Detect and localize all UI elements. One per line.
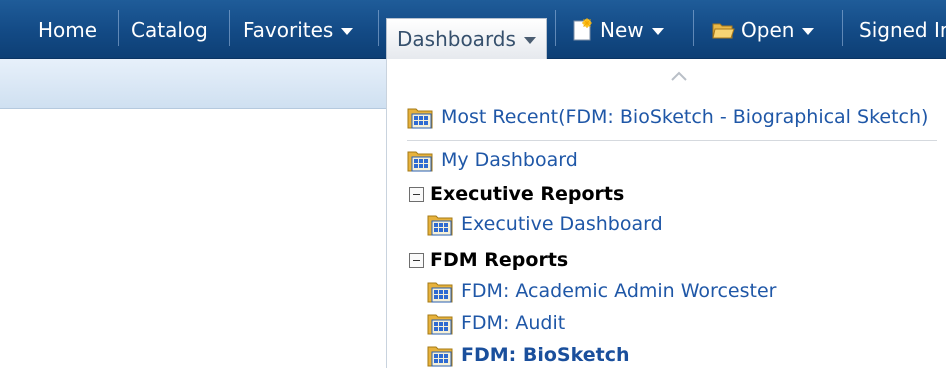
nav-new[interactable]: New (570, 0, 664, 59)
menu-item-fdm-audit[interactable]: FDM: Audit (427, 311, 565, 335)
chevron-down-icon (523, 37, 536, 44)
menu-item-fdm-academic-admin[interactable]: FDM: Academic Admin Worcester (427, 279, 776, 303)
nav-catalog-label: Catalog (131, 17, 208, 42)
collapse-icon[interactable] (409, 252, 424, 268)
group-fdm-reports[interactable]: FDM Reports (409, 249, 568, 271)
nav-open-label: Open (741, 17, 795, 42)
menu-divider (407, 140, 937, 141)
nav-new-label: New (600, 17, 644, 42)
menu-item-most-recent[interactable]: Most Recent(FDM: BioSketch - Biographica… (407, 105, 928, 129)
nav-separator (693, 10, 694, 46)
menu-item-fdm-audit-label: FDM: Audit (461, 312, 566, 334)
dashboard-icon (407, 108, 433, 129)
nav-separator (229, 10, 230, 46)
nav-favorites-label: Favorites (243, 17, 334, 42)
new-document-icon (570, 17, 594, 42)
menu-item-fdm-academic-admin-label: FDM: Academic Admin Worcester (461, 280, 777, 302)
dashboard-icon (427, 215, 453, 236)
group-fdm-reports-title: FDM Reports (430, 249, 569, 271)
nav-open[interactable]: Open (711, 0, 815, 59)
global-header: Home Catalog Favorites Dashboards New Op… (0, 0, 946, 59)
menu-item-most-recent-label: Most Recent(FDM: BioSketch - Biographica… (441, 106, 929, 128)
menu-item-fdm-biosketch[interactable]: FDM: BioSketch (427, 343, 630, 367)
group-executive-reports-title: Executive Reports (430, 183, 625, 205)
collapse-icon[interactable] (409, 186, 424, 202)
nav-catalog[interactable]: Catalog (131, 0, 208, 59)
nav-separator (555, 10, 556, 46)
nav-dashboards[interactable]: Dashboards (386, 18, 547, 59)
dashboard-icon (427, 346, 453, 367)
nav-home-label: Home (38, 17, 98, 42)
dashboards-dropdown-menu: Most Recent(FDM: BioSketch - Biographica… (386, 59, 946, 368)
menu-item-my-dashboard[interactable]: My Dashboard (407, 148, 578, 172)
chevron-down-icon (802, 27, 815, 35)
nav-separator (118, 10, 119, 46)
open-folder-icon (711, 18, 735, 42)
nav-dashboards-label: Dashboards (397, 27, 516, 51)
chevron-up-icon[interactable] (670, 69, 688, 83)
menu-item-fdm-biosketch-label: FDM: BioSketch (461, 344, 630, 366)
sub-header-bar (0, 59, 386, 109)
menu-item-my-dashboard-label: My Dashboard (441, 149, 578, 171)
dashboard-icon (427, 314, 453, 335)
nav-separator (378, 10, 379, 46)
group-executive-reports[interactable]: Executive Reports (409, 183, 624, 205)
nav-signed-in[interactable]: Signed In (859, 0, 946, 59)
menu-item-executive-dashboard-label: Executive Dashboard (461, 213, 663, 235)
nav-favorites[interactable]: Favorites (243, 0, 354, 59)
nav-home[interactable]: Home (38, 0, 97, 59)
menu-item-executive-dashboard[interactable]: Executive Dashboard (427, 212, 663, 236)
nav-separator (842, 10, 843, 46)
dashboard-icon (427, 282, 453, 303)
dashboard-icon (407, 151, 433, 172)
chevron-down-icon (651, 27, 664, 35)
chevron-down-icon (341, 27, 354, 35)
nav-signed-in-label: Signed In (859, 17, 946, 42)
